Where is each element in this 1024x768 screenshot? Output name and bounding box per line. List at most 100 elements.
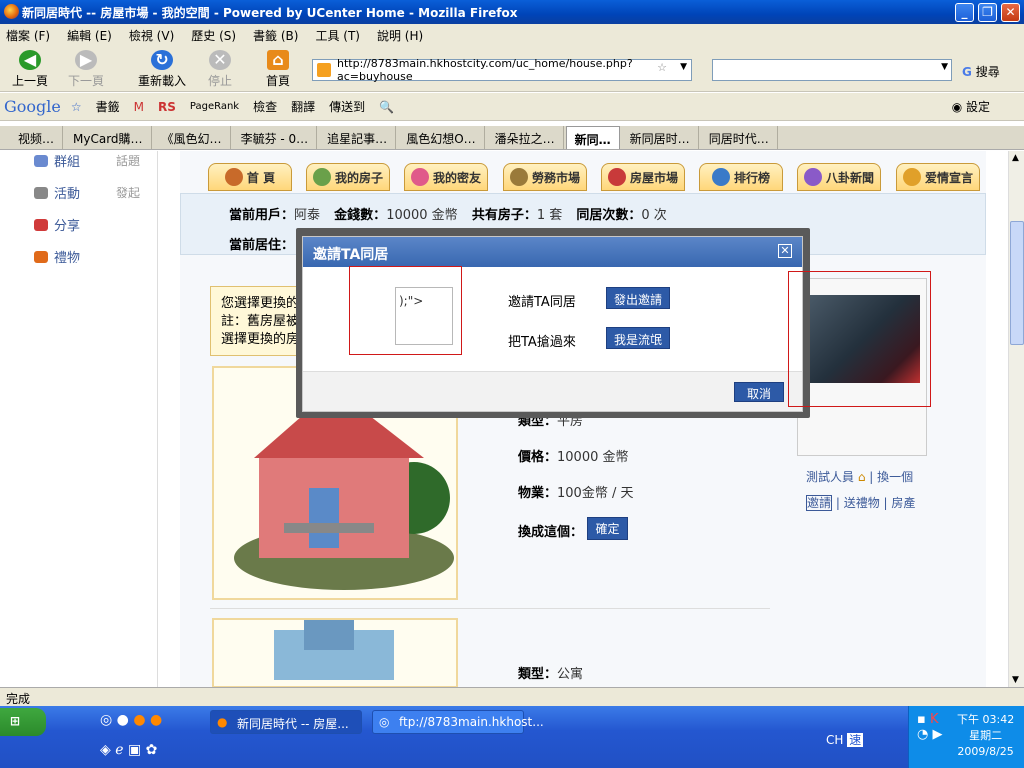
bookmarks-button[interactable]: 書籤	[96, 98, 120, 115]
url-input[interactable]: http://8783main.hkhostcity.com/uc_home/h…	[312, 57, 692, 83]
forward-button[interactable]: ▶ 下一頁	[66, 50, 106, 89]
gift-link[interactable]: 送禮物	[844, 496, 880, 510]
menu-edit[interactable]: 編輯 (E)	[67, 27, 112, 44]
scroll-thumb[interactable]	[1010, 221, 1024, 345]
tab-pandora[interactable]: 潘朵拉之…	[487, 126, 564, 149]
menu-file[interactable]: 檔案 (F)	[6, 27, 50, 44]
sidebar-item-share[interactable]: 分享	[34, 215, 80, 234]
tray-icon[interactable]: ▶	[932, 727, 942, 742]
invite-link[interactable]: 邀請	[806, 495, 833, 511]
cancel-button[interactable]: 取消	[734, 382, 785, 402]
nav-gossip[interactable]: 八卦新聞	[797, 163, 881, 191]
tab-fengse[interactable]: 《風色幻…	[154, 126, 231, 149]
tab-xintongju[interactable]: 新同居时…	[622, 126, 699, 149]
task-ftp[interactable]: ◎ ftp://8783main.hkhost...	[372, 710, 544, 734]
start-button[interactable]: ⊞	[0, 708, 46, 736]
check-button[interactable]: 檢查	[253, 98, 277, 115]
language-indicator[interactable]: CH 速	[826, 731, 864, 748]
nav-house-market[interactable]: 房屋市場	[601, 163, 685, 191]
task-firefox[interactable]: ● 新同居時代 -- 房屋...	[210, 710, 362, 734]
close-window-button[interactable]: ✕	[1001, 3, 1020, 22]
quicklaunch-icon[interactable]: ●	[117, 712, 129, 728]
stop-icon: ✕	[209, 50, 231, 70]
switch-link[interactable]: 換一個	[877, 470, 913, 484]
url-dropdown-icon[interactable]: ▼	[680, 62, 687, 72]
nav-label: 勞務市場	[531, 170, 580, 185]
nav-labor-market[interactable]: 勞務市場	[503, 163, 587, 191]
card-user-link[interactable]: 測試人員	[806, 470, 854, 484]
tab-video[interactable]: 视频…	[10, 126, 64, 149]
home-label: 首頁	[265, 74, 290, 88]
card-links: 測試人員 ⌂ | 換一個	[806, 470, 914, 484]
translate-button[interactable]: 翻譯	[291, 98, 315, 115]
house-icon	[312, 168, 331, 186]
rs-icon[interactable]: RS	[158, 100, 176, 114]
profile-picture[interactable]	[808, 295, 920, 383]
quicklaunch-icon[interactable]: ✿	[146, 742, 158, 758]
menu-history[interactable]: 歷史 (S)	[191, 27, 236, 44]
pagerank-label[interactable]: PageRank	[190, 101, 239, 112]
tab-li[interactable]: 李毓芬 - 0…	[233, 126, 318, 149]
settings-button[interactable]: ◉ 設定	[952, 98, 1004, 115]
gmail-icon[interactable]: M	[134, 100, 144, 114]
apartment-illustration	[274, 620, 394, 680]
sidebar-item-events[interactable]: 活動 發起	[34, 183, 140, 202]
tab-mycard[interactable]: MyCard購…	[65, 126, 152, 149]
scroll-down-icon[interactable]: ▼	[1012, 675, 1019, 685]
nav-my-house[interactable]: 我的房子	[306, 163, 390, 191]
clock-weekday: 星期二	[969, 729, 1003, 742]
confirm-change-button[interactable]: 確定	[587, 517, 628, 540]
reload-button[interactable]: ↻ 重新載入	[136, 50, 188, 89]
tray-icon[interactable]: ▪	[917, 712, 926, 727]
sidebar-sub[interactable]: 發起	[116, 184, 140, 201]
quicklaunch-icon[interactable]: ●	[150, 712, 162, 728]
search-dropdown-icon[interactable]: ▼	[941, 62, 948, 72]
system-tray: ▪ K ◔ ▶ 下午 03:42 星期二 2009/8/25	[908, 706, 1024, 768]
nav-love[interactable]: 爱情宣言	[896, 163, 980, 191]
grab-button[interactable]: 我是流氓	[606, 327, 671, 349]
tab-active[interactable]: 新同…	[565, 126, 620, 149]
search-input[interactable]: ▼	[712, 59, 952, 81]
tray-icon[interactable]: K	[930, 712, 939, 727]
profile-card	[797, 278, 927, 456]
home-button[interactable]: ⌂ 首頁	[262, 50, 294, 89]
divider	[210, 608, 770, 609]
nav-label: 排行榜	[733, 170, 770, 185]
search-tool-icon[interactable]: 🔍	[379, 100, 394, 114]
sidebar-sub[interactable]: 話題	[116, 152, 140, 169]
quicklaunch-icon[interactable]: ▣	[128, 742, 141, 758]
google-logo[interactable]: Google	[4, 97, 61, 116]
quicklaunch-icon[interactable]: ◈	[100, 742, 111, 758]
back-button[interactable]: ◀ 上一頁	[10, 50, 50, 89]
menu-help[interactable]: 說明 (H)	[377, 27, 423, 44]
tab-fengse-online[interactable]: 風色幻想O…	[398, 126, 485, 149]
maximize-button[interactable]: ❐	[978, 3, 997, 22]
quicklaunch-icon[interactable]: ℯ	[115, 742, 123, 758]
send-invite-button[interactable]: 發出邀請	[606, 287, 671, 309]
sidebar-item-groups[interactable]: 群組 話題	[34, 151, 140, 170]
menu-tools[interactable]: 工具 (T)	[315, 27, 360, 44]
nav-home[interactable]: 首 頁	[208, 163, 292, 191]
stop-label: 停止	[207, 74, 232, 88]
minimize-button[interactable]: _	[955, 3, 974, 22]
search-engine-label[interactable]: G 搜尋	[962, 63, 1000, 80]
ime-icon[interactable]: 速	[847, 733, 864, 747]
clock[interactable]: 下午 03:42 星期二 2009/8/25	[957, 712, 1014, 760]
star-icon[interactable]: ☆	[71, 100, 82, 114]
nav-ranking[interactable]: 排行榜	[699, 163, 783, 191]
scroll-up-icon[interactable]: ▲	[1012, 153, 1019, 163]
vertical-scrollbar[interactable]: ▲ ▼	[1008, 151, 1024, 687]
nav-friends[interactable]: 我的密友	[404, 163, 488, 191]
sendto-button[interactable]: 傳送到	[329, 98, 365, 115]
tab-tongju[interactable]: 同居时代…	[701, 126, 778, 149]
tray-icon[interactable]: ◔	[917, 727, 928, 742]
quicklaunch-icon[interactable]: ◎	[100, 712, 112, 728]
property-link[interactable]: 房產	[891, 496, 915, 510]
dialog-close-icon[interactable]: ✕	[778, 244, 792, 258]
tab-zhuixing[interactable]: 追星記事…	[319, 126, 397, 149]
menu-bookmarks[interactable]: 書籤 (B)	[253, 27, 298, 44]
menu-view[interactable]: 檢視 (V)	[129, 27, 174, 44]
star-icon[interactable]: ☆	[657, 61, 667, 74]
stop-button[interactable]: ✕ 停止	[204, 50, 236, 89]
firefox-quick-icon[interactable]: ●	[133, 712, 145, 728]
